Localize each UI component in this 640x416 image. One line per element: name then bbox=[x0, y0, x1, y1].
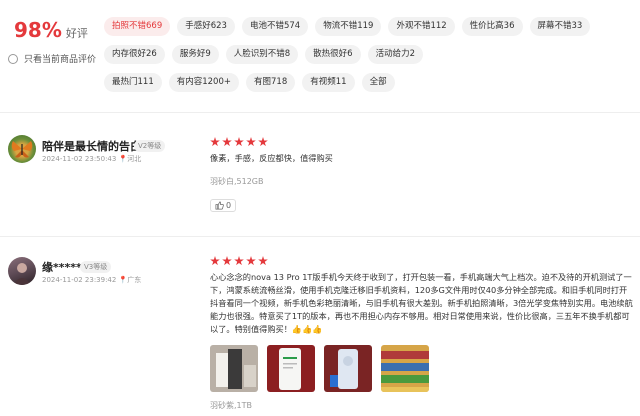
rating-summary: 98% 好评 bbox=[14, 18, 88, 42]
phone-back-photo bbox=[324, 345, 372, 392]
divider bbox=[0, 236, 640, 237]
star-icon bbox=[210, 137, 220, 147]
tag-item[interactable]: 活动给力2 bbox=[367, 45, 424, 64]
review-photos bbox=[210, 345, 429, 392]
tag-item[interactable]: 散热很好6 bbox=[305, 45, 361, 64]
review-item: 陪伴是最长情的告白 V2等级 2024-11-02 23:50:43 📍河北 像… bbox=[0, 130, 640, 230]
filter-tab[interactable]: 有视频11 bbox=[302, 73, 355, 92]
tag-item[interactable]: 手感好623 bbox=[177, 17, 235, 36]
review-content: 像素，手感，反应都快，值得购买 bbox=[210, 153, 333, 163]
tag-item[interactable]: 电池不错574 bbox=[241, 17, 309, 36]
star-icon bbox=[246, 256, 256, 266]
review-photo[interactable] bbox=[267, 345, 315, 392]
star-icon bbox=[258, 137, 268, 147]
review-meta: 2024-11-02 23:50:43 📍河北 bbox=[42, 155, 142, 163]
tag-row-1: 拍照不错669 手感好623 电池不错574 物流不错119 外观不错112 性… bbox=[104, 17, 636, 36]
thumb-up-icon bbox=[215, 201, 224, 210]
vip-badge: V3等级 bbox=[80, 261, 112, 273]
star-icon bbox=[222, 137, 232, 147]
shelf-photo bbox=[381, 345, 429, 392]
review-photo[interactable] bbox=[210, 345, 258, 392]
product-spec: 羽砂白,512GB bbox=[210, 177, 264, 186]
good-rate-value: 98% bbox=[14, 18, 62, 42]
star-icon bbox=[222, 256, 232, 266]
phone-screen-photo bbox=[267, 345, 315, 392]
star-icon bbox=[234, 137, 244, 147]
star-icon bbox=[210, 256, 220, 266]
vip-badge: V2等级 bbox=[134, 140, 166, 152]
product-spec: 羽砂紫,1TB bbox=[210, 401, 253, 410]
filter-tab[interactable]: 最热门111 bbox=[104, 73, 162, 92]
review-photo[interactable] bbox=[324, 345, 372, 392]
good-rate-label: 好评 bbox=[65, 27, 88, 40]
tag-item[interactable]: 人脸识别不错8 bbox=[225, 45, 299, 64]
star-icon bbox=[258, 256, 268, 266]
radio-icon[interactable] bbox=[8, 53, 18, 64]
person-icon bbox=[13, 263, 31, 285]
user-name: 陪伴是最长情的告白 bbox=[42, 140, 141, 153]
phone-box-photo bbox=[210, 345, 258, 392]
review-photo[interactable] bbox=[381, 345, 429, 392]
divider bbox=[0, 112, 640, 113]
tag-item[interactable]: 服务好9 bbox=[171, 45, 219, 64]
filter-tabs: 最热门111 有内容1200+ 有图718 有视频11 全部 bbox=[104, 73, 395, 92]
star-icon bbox=[234, 256, 244, 266]
review-meta: 2024-11-02 23:39:42 📍广东 bbox=[42, 276, 142, 284]
star-icon bbox=[246, 137, 256, 147]
star-rating bbox=[210, 256, 268, 266]
tag-item[interactable]: 性价比高36 bbox=[461, 17, 523, 36]
star-rating bbox=[210, 137, 268, 147]
tag-item[interactable]: 内存很好26 bbox=[104, 45, 165, 64]
like-button[interactable]: 0 bbox=[210, 199, 237, 212]
tag-row-2: 内存很好26 服务好9 人脸识别不错8 散热很好6 活动给力2 bbox=[104, 45, 636, 64]
keyword-tags: 拍照不错669 手感好623 电池不错574 物流不错119 外观不错112 性… bbox=[104, 17, 636, 73]
review-content: 心心念念的nova 13 Pro 1T版手机今天终于收到了，打开包装一看，手机高… bbox=[210, 272, 633, 334]
review-item: 缘****** V3等级 2024-11-02 23:39:42 📍广东 心心念… bbox=[0, 255, 640, 416]
filter-tab[interactable]: 有图718 bbox=[246, 73, 296, 92]
like-count: 0 bbox=[226, 201, 232, 210]
avatar[interactable] bbox=[8, 257, 36, 285]
tag-item[interactable]: 物流不错119 bbox=[315, 17, 382, 36]
only-current-toggle[interactable]: 只看当前商品评价 bbox=[8, 52, 96, 65]
tag-item[interactable]: 外观不错112 bbox=[388, 17, 455, 36]
filter-tab[interactable]: 全部 bbox=[361, 73, 395, 92]
butterfly-icon bbox=[11, 141, 33, 158]
only-current-label: 只看当前商品评价 bbox=[24, 55, 97, 65]
avatar[interactable] bbox=[8, 135, 36, 163]
tag-item[interactable]: 屏幕不错33 bbox=[529, 17, 591, 36]
tag-item[interactable]: 拍照不错669 bbox=[104, 17, 171, 36]
filter-tab[interactable]: 有内容1200+ bbox=[168, 73, 239, 92]
